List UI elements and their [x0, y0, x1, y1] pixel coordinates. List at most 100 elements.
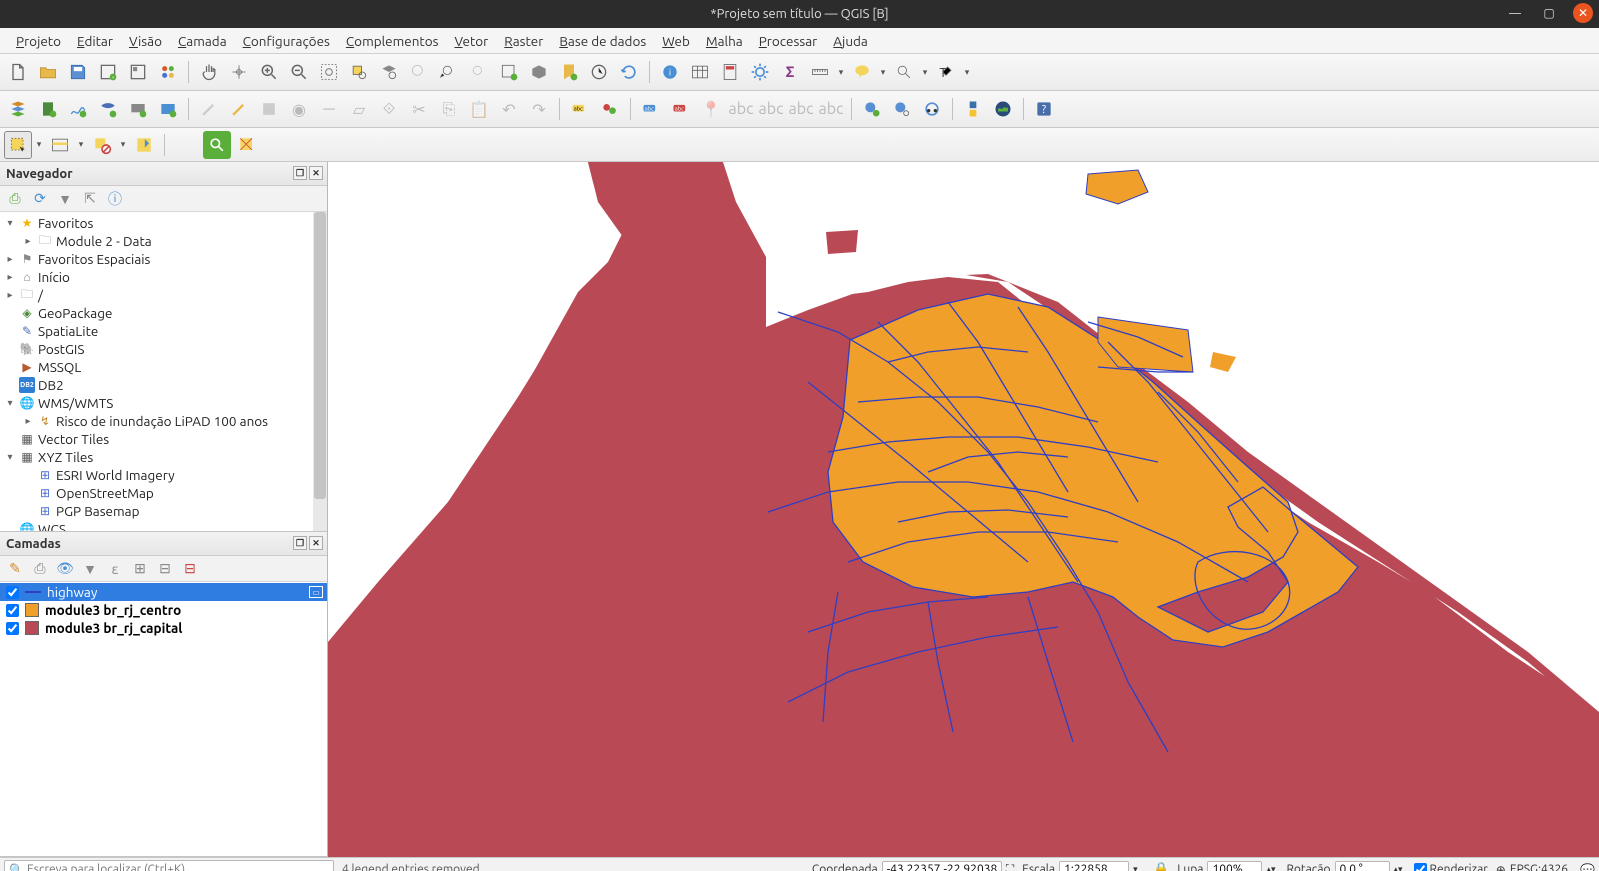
- expression-filter-icon[interactable]: ε: [104, 558, 126, 580]
- browser-node[interactable]: ▸↯Risco de inundação LiPAD 100 anos: [0, 412, 327, 430]
- processing-toolbox-icon[interactable]: [746, 58, 774, 86]
- expand-icon[interactable]: ▸: [22, 415, 34, 427]
- menu-editar[interactable]: Editar: [69, 30, 121, 52]
- label-toolbar-2-icon[interactable]: [596, 95, 624, 123]
- properties-icon[interactable]: ⓘ: [104, 188, 126, 210]
- plugin-1-icon[interactable]: [888, 95, 916, 123]
- label-diagram-icon[interactable]: abc: [667, 95, 695, 123]
- browser-panel-header[interactable]: Navegador ❐ ✕: [0, 162, 327, 186]
- style-manager-icon[interactable]: [154, 58, 182, 86]
- annotation-dropdown[interactable]: ▾: [962, 67, 972, 78]
- pan-icon[interactable]: [195, 58, 223, 86]
- select-value-dropdown[interactable]: ▾: [76, 139, 86, 150]
- layer-visibility-checkbox[interactable]: [6, 622, 19, 635]
- zoom-full-icon[interactable]: [315, 58, 343, 86]
- data-source-manager-icon[interactable]: [4, 95, 32, 123]
- filter-browser-icon[interactable]: ▼: [54, 188, 76, 210]
- browser-node[interactable]: ▾★Favoritos: [0, 214, 327, 232]
- new-print-layout-icon[interactable]: +: [94, 58, 122, 86]
- layout-manager-icon[interactable]: [124, 58, 152, 86]
- menu-complementos[interactable]: Complementos: [338, 30, 447, 52]
- lupa-input[interactable]: [1207, 861, 1262, 871]
- layer-context-icon[interactable]: ▭: [309, 586, 323, 598]
- coord-input[interactable]: [882, 861, 1002, 871]
- collapse-all-layers-icon[interactable]: ⊟: [154, 558, 176, 580]
- browser-node[interactable]: ▦Vector Tiles: [0, 430, 327, 448]
- expand-icon[interactable]: ▸: [4, 289, 16, 301]
- pan-to-selection-icon[interactable]: [225, 58, 253, 86]
- label-settings-icon[interactable]: abc: [637, 95, 665, 123]
- minimize-button[interactable]: —: [1505, 3, 1525, 23]
- maximize-button[interactable]: ▢: [1539, 3, 1559, 23]
- label-toolbar-1-icon[interactable]: abc: [566, 95, 594, 123]
- browser-node[interactable]: DB2DB2: [0, 376, 327, 394]
- layers-list[interactable]: highway▭module3 br_rj_centromodule3 br_r…: [0, 582, 327, 856]
- rotation-spinner[interactable]: ▴▾: [1394, 864, 1406, 871]
- panel-close-icon[interactable]: ✕: [309, 166, 323, 180]
- temporal-controller-icon[interactable]: [585, 58, 613, 86]
- new-map-view-icon[interactable]: [495, 58, 523, 86]
- manage-visibility-icon[interactable]: 👁: [54, 558, 76, 580]
- deselect-all-icon[interactable]: [88, 131, 116, 159]
- map-canvas[interactable]: [328, 162, 1599, 857]
- new-bookmark-icon[interactable]: [555, 58, 583, 86]
- menu-processar[interactable]: Processar: [751, 30, 826, 52]
- osm-download-icon[interactable]: [989, 95, 1017, 123]
- layer-visibility-checkbox[interactable]: [6, 586, 19, 599]
- plugin-2-icon[interactable]: [918, 95, 946, 123]
- new-3d-view-icon[interactable]: [525, 58, 553, 86]
- browser-scrollbar[interactable]: [313, 212, 327, 531]
- layers-panel-header[interactable]: Camadas ❐ ✕: [0, 532, 327, 556]
- open-project-icon[interactable]: [34, 58, 62, 86]
- browser-node[interactable]: ▸⚑Favoritos Espaciais: [0, 250, 327, 268]
- field-calculator-icon[interactable]: [716, 58, 744, 86]
- menu-web[interactable]: Web: [654, 30, 698, 52]
- refresh-browser-icon[interactable]: ⟳: [29, 188, 51, 210]
- panel-detach-icon[interactable]: ❐: [293, 536, 307, 550]
- locator-input[interactable]: [4, 860, 334, 871]
- expand-icon[interactable]: ▸: [22, 235, 34, 247]
- browser-node[interactable]: ▾🌐WMS/WMTS: [0, 394, 327, 412]
- scale-input[interactable]: [1059, 861, 1129, 871]
- layer-row[interactable]: module3 br_rj_capital: [0, 619, 327, 637]
- layer-row[interactable]: highway▭: [0, 583, 327, 601]
- lock-icon[interactable]: 🔒: [1153, 862, 1169, 871]
- quickosm-josm-icon[interactable]: [233, 131, 261, 159]
- menu-projeto[interactable]: Projeto: [8, 30, 69, 52]
- menu-raster[interactable]: Raster: [496, 30, 551, 52]
- extents-icon[interactable]: ⛶: [1006, 863, 1014, 871]
- browser-node[interactable]: ▸⌂Início: [0, 268, 327, 286]
- select-by-value-icon[interactable]: [46, 131, 74, 159]
- new-virtual-layer-icon[interactable]: [124, 95, 152, 123]
- render-checkbox[interactable]: [1414, 863, 1427, 871]
- remove-layer-icon[interactable]: ⊟: [179, 558, 201, 580]
- menu-ajuda[interactable]: Ajuda: [825, 30, 876, 52]
- browser-node[interactable]: ▶MSSQL: [0, 358, 327, 376]
- select-all-icon[interactable]: [130, 131, 158, 159]
- map-tips-dropdown[interactable]: ▾: [878, 67, 888, 78]
- add-layer-icon[interactable]: ⎙: [4, 188, 26, 210]
- measure-icon[interactable]: [806, 58, 834, 86]
- crs-field[interactable]: ⊕ EPSG:4326: [1496, 863, 1568, 871]
- messages-icon[interactable]: 💬: [1580, 863, 1595, 871]
- expand-icon[interactable]: ▾: [4, 451, 16, 463]
- identify-icon[interactable]: i: [656, 58, 684, 86]
- browser-node[interactable]: ▸🗀Module 2 - Data: [0, 232, 327, 250]
- scale-dropdown[interactable]: ▾: [1133, 864, 1145, 871]
- browser-node[interactable]: 🐘PostGIS: [0, 340, 327, 358]
- help-icon[interactable]: ?: [1030, 95, 1058, 123]
- browser-node[interactable]: ▾▦XYZ Tiles: [0, 448, 327, 466]
- zoom-last-icon[interactable]: [435, 58, 463, 86]
- expand-icon[interactable]: ▸: [4, 271, 16, 283]
- save-project-icon[interactable]: [64, 58, 92, 86]
- rotation-input[interactable]: [1335, 861, 1390, 871]
- new-memory-layer-icon[interactable]: [154, 95, 182, 123]
- select-by-rect-icon[interactable]: [4, 131, 32, 159]
- browser-node[interactable]: ▸🗀/: [0, 286, 327, 304]
- select-rect-dropdown[interactable]: ▾: [34, 139, 44, 150]
- zoom-to-layer-icon[interactable]: [375, 58, 403, 86]
- new-spatialite-icon[interactable]: [94, 95, 122, 123]
- browser-node[interactable]: ✎SpatiaLite: [0, 322, 327, 340]
- layer-styling-icon[interactable]: ✎: [4, 558, 26, 580]
- new-geopackage-icon[interactable]: [34, 95, 62, 123]
